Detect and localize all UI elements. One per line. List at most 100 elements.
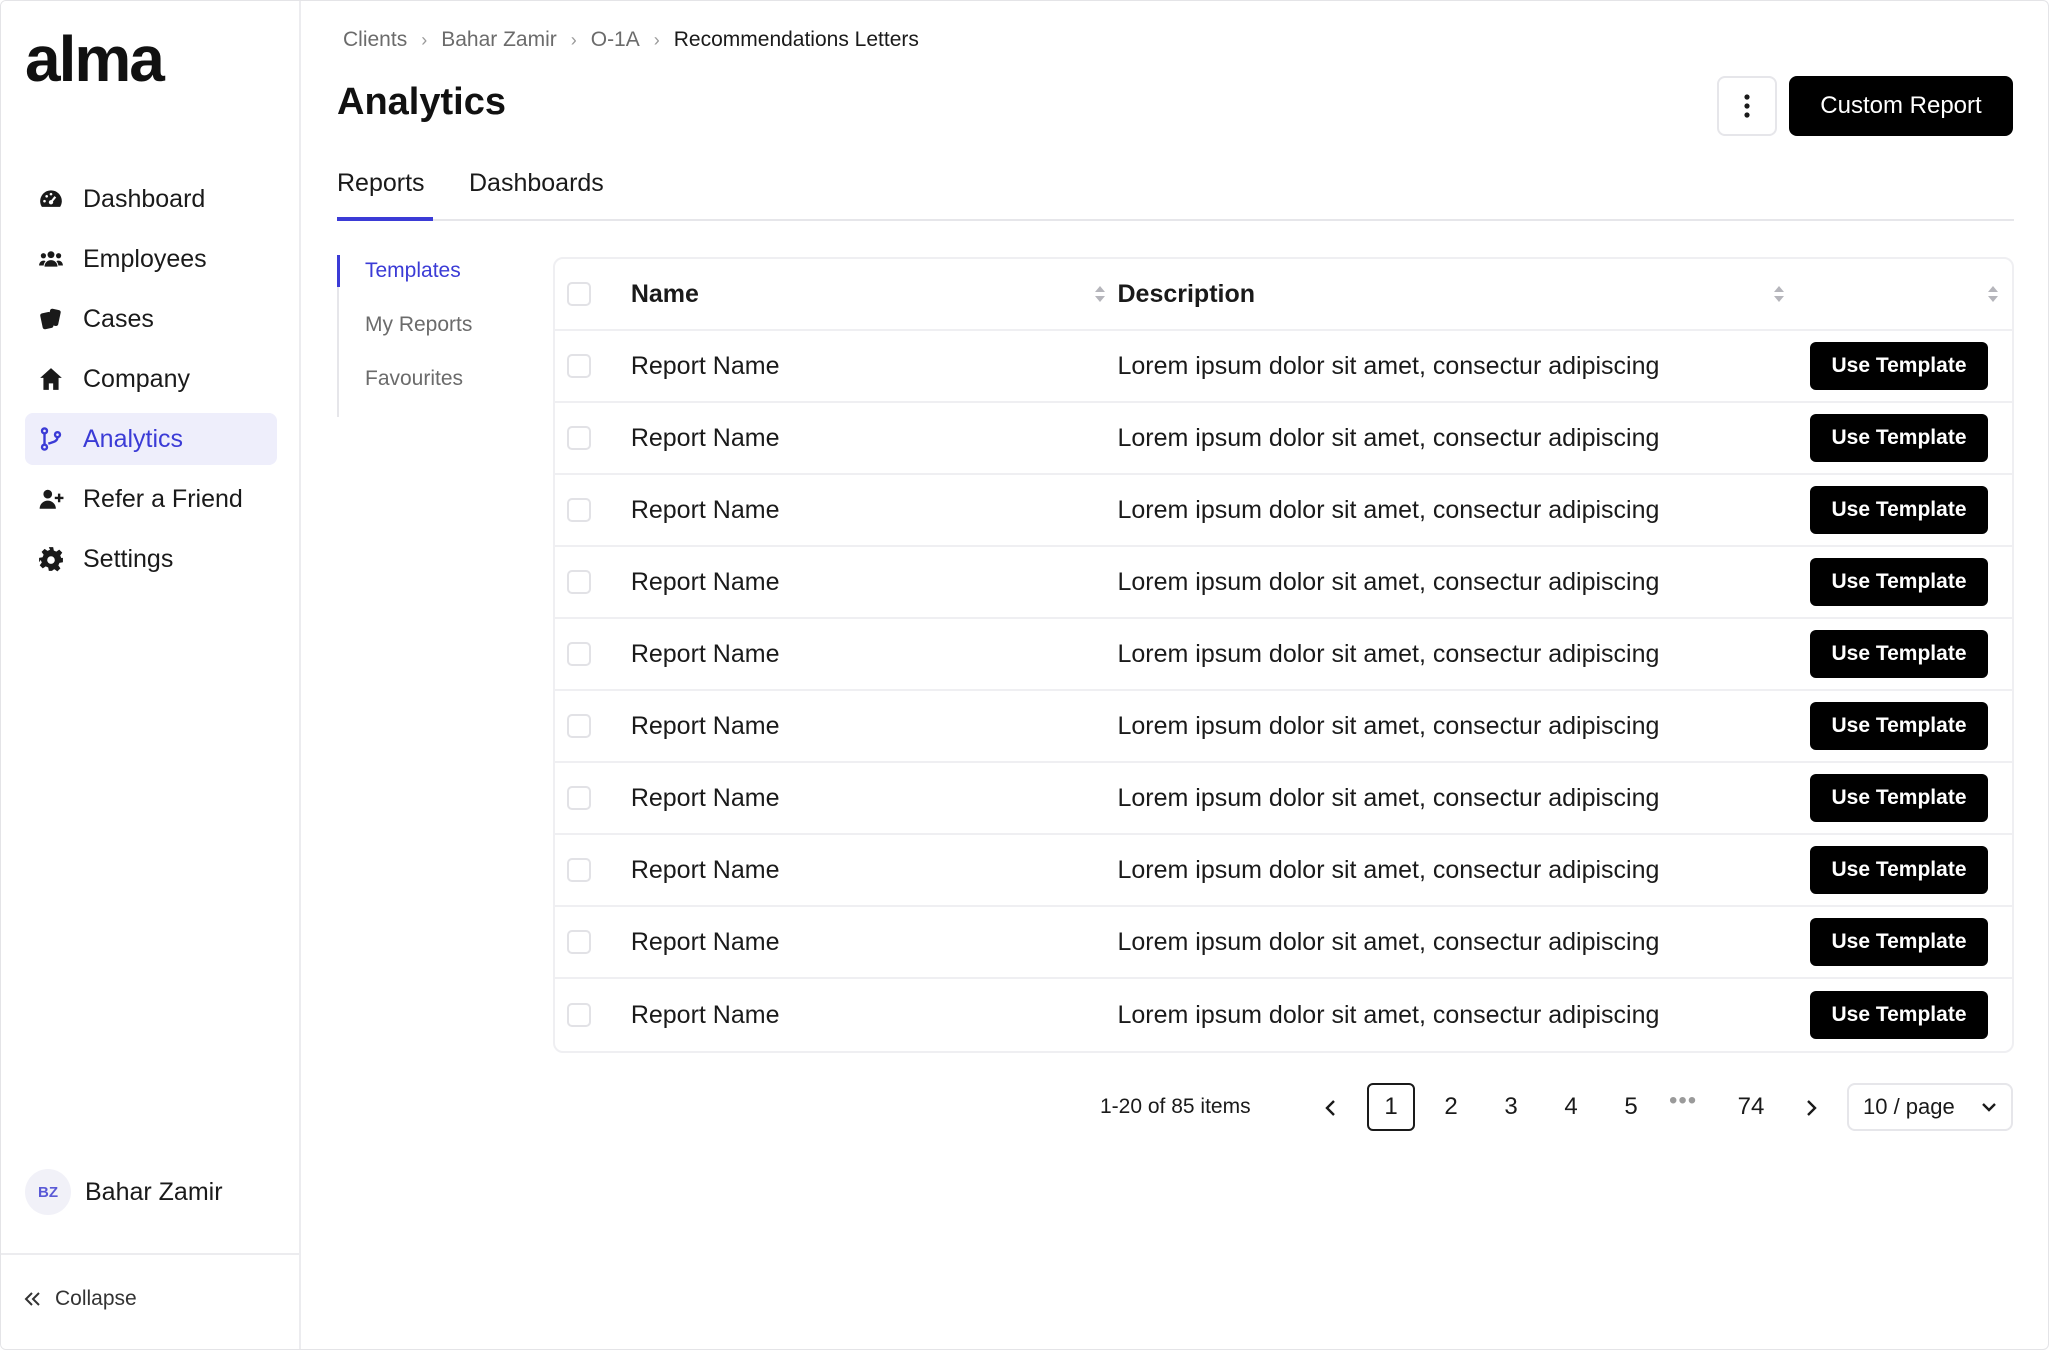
user-profile[interactable]: BZ Bahar Zamir bbox=[25, 1169, 223, 1215]
use-template-button[interactable]: Use Template bbox=[1810, 486, 1988, 534]
sort-icon[interactable] bbox=[1093, 284, 1107, 304]
sidebar-item-settings[interactable]: Settings bbox=[25, 533, 277, 585]
users-icon bbox=[37, 245, 65, 273]
home-icon bbox=[37, 365, 65, 393]
tab-reports[interactable]: Reports bbox=[337, 169, 433, 221]
use-template-button[interactable]: Use Template bbox=[1810, 630, 1988, 678]
sort-icon[interactable] bbox=[1772, 284, 1786, 304]
breadcrumb-item-clients[interactable]: Clients bbox=[343, 28, 407, 52]
custom-report-button[interactable]: Custom Report bbox=[1789, 76, 2013, 136]
row-checkbox[interactable] bbox=[567, 426, 591, 450]
page-button-4[interactable]: 4 bbox=[1547, 1083, 1595, 1131]
row-checkbox[interactable] bbox=[567, 930, 591, 954]
prev-page-button[interactable] bbox=[1311, 1088, 1351, 1128]
chevron-right-icon bbox=[1807, 1100, 1817, 1116]
page-button-5[interactable]: 5 bbox=[1607, 1083, 1655, 1131]
avatar: BZ bbox=[25, 1169, 71, 1215]
next-page-button[interactable] bbox=[1791, 1088, 1831, 1128]
gauge-icon bbox=[37, 185, 65, 213]
chevron-right-icon: › bbox=[421, 29, 428, 50]
table-row: Report Name Lorem ipsum dolor sit amet, … bbox=[555, 331, 2012, 403]
row-checkbox[interactable] bbox=[567, 642, 591, 666]
table-row: Report Name Lorem ipsum dolor sit amet, … bbox=[555, 403, 2012, 475]
collapse-label: Collapse bbox=[55, 1287, 137, 1310]
row-description: Lorem ipsum dolor sit amet, consectur ad… bbox=[1117, 855, 1660, 884]
row-checkbox[interactable] bbox=[567, 858, 591, 882]
subnav-item-templates[interactable]: Templates bbox=[337, 255, 487, 309]
tabs: Reports Dashboards bbox=[337, 169, 2014, 221]
sort-icon[interactable] bbox=[1986, 284, 2000, 304]
use-template-button[interactable]: Use Template bbox=[1810, 846, 1988, 894]
sidebar-item-label: Refer a Friend bbox=[83, 484, 243, 513]
row-description: Lorem ipsum dolor sit amet, consectur ad… bbox=[1117, 567, 1660, 596]
row-checkbox[interactable] bbox=[567, 714, 591, 738]
sidebar: alma Dashboard Employees Cases Company A… bbox=[1, 1, 301, 1349]
table-row: Report Name Lorem ipsum dolor sit amet, … bbox=[555, 907, 2012, 979]
collapse-button[interactable]: Collapse bbox=[23, 1287, 137, 1311]
use-template-button[interactable]: Use Template bbox=[1810, 991, 1988, 1039]
row-name: Report Name bbox=[630, 927, 780, 956]
row-checkbox[interactable] bbox=[567, 498, 591, 522]
select-all-checkbox[interactable] bbox=[567, 282, 591, 306]
page-button-last[interactable]: 74 bbox=[1727, 1083, 1775, 1131]
double-chevron-left-icon bbox=[24, 1292, 40, 1306]
table-header: Name Description bbox=[555, 259, 2012, 331]
cards-icon bbox=[37, 305, 65, 333]
table-row: Report Name Lorem ipsum dolor sit amet, … bbox=[555, 691, 2012, 763]
pagination-ellipsis[interactable]: ••• bbox=[1669, 1087, 1697, 1115]
breadcrumb-item-client[interactable]: Bahar Zamir bbox=[441, 28, 557, 52]
sidebar-item-employees[interactable]: Employees bbox=[25, 233, 277, 285]
table-row: Report Name Lorem ipsum dolor sit amet, … bbox=[555, 835, 2012, 907]
use-template-button[interactable]: Use Template bbox=[1810, 558, 1988, 606]
chevron-down-icon bbox=[1982, 1103, 1996, 1112]
row-description: Lorem ipsum dolor sit amet, consectur ad… bbox=[1117, 711, 1660, 740]
sidebar-divider bbox=[1, 1253, 301, 1255]
reports-subnav: Templates My Reports Favourites bbox=[337, 255, 487, 417]
page-title: Analytics bbox=[337, 81, 506, 123]
brand-logo[interactable]: alma bbox=[25, 27, 165, 91]
use-template-button[interactable]: Use Template bbox=[1810, 918, 1988, 966]
page-size-value: 10 / page bbox=[1863, 1094, 1955, 1119]
column-header-name[interactable]: Name bbox=[631, 280, 1118, 309]
page-button-1[interactable]: 1 bbox=[1367, 1083, 1415, 1131]
row-name: Report Name bbox=[630, 783, 780, 812]
page-button-2[interactable]: 2 bbox=[1427, 1083, 1475, 1131]
table-row: Report Name Lorem ipsum dolor sit amet, … bbox=[555, 475, 2012, 547]
table-row: Report Name Lorem ipsum dolor sit amet, … bbox=[555, 619, 2012, 691]
tab-dashboards[interactable]: Dashboards bbox=[469, 169, 604, 221]
sidebar-item-company[interactable]: Company bbox=[25, 353, 277, 405]
use-template-button[interactable]: Use Template bbox=[1810, 414, 1988, 462]
column-header-description[interactable]: Description bbox=[1117, 280, 1795, 309]
subnav-item-my-reports[interactable]: My Reports bbox=[339, 309, 487, 363]
templates-table: Name Description Report Name Lorem ipsum… bbox=[553, 257, 2014, 1053]
row-checkbox[interactable] bbox=[567, 570, 591, 594]
table-row: Report Name Lorem ipsum dolor sit amet, … bbox=[555, 763, 2012, 835]
gear-icon bbox=[37, 545, 65, 573]
sidebar-item-analytics[interactable]: Analytics bbox=[25, 413, 277, 465]
row-name: Report Name bbox=[630, 855, 780, 884]
use-template-button[interactable]: Use Template bbox=[1810, 774, 1988, 822]
subnav-item-favourites[interactable]: Favourites bbox=[339, 363, 487, 417]
sidebar-item-dashboard[interactable]: Dashboard bbox=[25, 173, 277, 225]
row-checkbox[interactable] bbox=[567, 354, 591, 378]
user-name: Bahar Zamir bbox=[85, 1177, 223, 1206]
sidebar-item-refer-a-friend[interactable]: Refer a Friend bbox=[25, 473, 277, 525]
more-options-button[interactable] bbox=[1717, 76, 1777, 136]
use-template-button[interactable]: Use Template bbox=[1810, 342, 1988, 390]
page-button-3[interactable]: 3 bbox=[1487, 1083, 1535, 1131]
sidebar-nav: Dashboard Employees Cases Company Analyt… bbox=[25, 173, 277, 593]
use-template-button[interactable]: Use Template bbox=[1810, 702, 1988, 750]
sidebar-item-cases[interactable]: Cases bbox=[25, 293, 277, 345]
breadcrumb-item-case[interactable]: O-1A bbox=[591, 28, 640, 52]
page-size-select[interactable]: 10 / page bbox=[1847, 1083, 2013, 1131]
row-description: Lorem ipsum dolor sit amet, consectur ad… bbox=[1117, 639, 1660, 668]
sidebar-item-label: Settings bbox=[83, 544, 174, 573]
pagination-info: 1-20 of 85 items bbox=[1100, 1095, 1251, 1118]
row-name: Report Name bbox=[630, 711, 780, 740]
row-checkbox[interactable] bbox=[567, 786, 591, 810]
row-checkbox[interactable] bbox=[567, 1003, 591, 1027]
sidebar-item-label: Company bbox=[83, 364, 190, 393]
row-name: Report Name bbox=[630, 639, 780, 668]
sidebar-item-label: Dashboard bbox=[83, 184, 206, 213]
pagination: 1-20 of 85 items 1 2 3 4 5 ••• 74 10 / p… bbox=[337, 1083, 2014, 1133]
